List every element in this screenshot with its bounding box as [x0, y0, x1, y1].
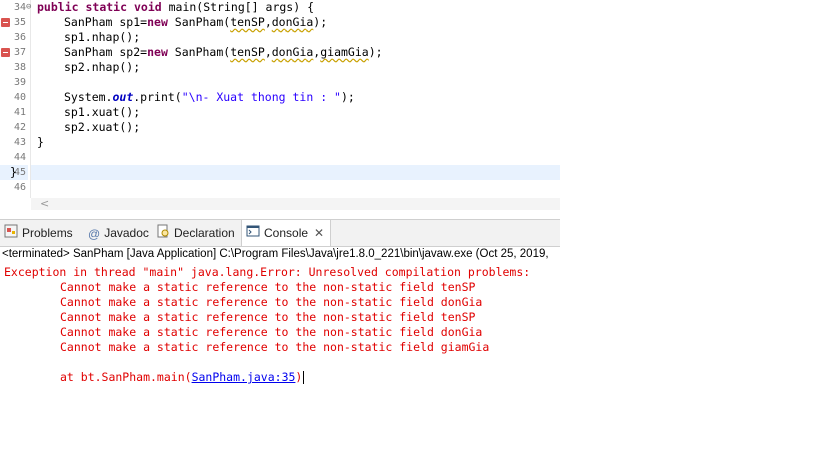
console-line: Cannot make a static reference to the no…	[60, 340, 490, 354]
console-line: Cannot make a static reference to the no…	[60, 280, 476, 294]
line-number: 40	[14, 92, 27, 103]
code-line-37: SanPham sp2=new SanPham(tenSP,donGia,gia…	[64, 45, 383, 59]
error-marker-icon[interactable]	[1, 48, 10, 57]
tab-javadoc[interactable]: @ Javadoc	[88, 220, 149, 246]
console-line: Exception in thread "main" java.lang.Err…	[4, 265, 538, 279]
current-line-highlight	[31, 165, 560, 180]
line-number: 35	[0, 15, 28, 30]
tab-problems[interactable]: Problems	[4, 220, 73, 246]
line-number: 38	[14, 62, 27, 73]
code-line-34: public static void main(String[] args) {	[37, 0, 314, 14]
line-number: 37	[0, 45, 28, 60]
close-icon[interactable]: ✕	[314, 226, 324, 240]
stack-trace-link[interactable]: SanPham.java:35	[192, 370, 296, 384]
code-line-38: sp2.nhap();	[64, 60, 141, 74]
tab-console[interactable]: Console ✕	[241, 220, 332, 247]
stack-trace-line: at bt.SanPham.main(SanPham.java:35)	[60, 370, 305, 384]
line-number: 41	[14, 107, 27, 118]
console-line: Cannot make a static reference to the no…	[60, 295, 483, 309]
tab-declaration[interactable]: Declaration	[156, 220, 235, 246]
line-number: 36	[14, 32, 27, 43]
line-number: 34 ⊖	[14, 2, 32, 13]
code-line-35: SanPham sp1=new SanPham(tenSP,donGia);	[64, 15, 328, 29]
javadoc-icon: @	[88, 226, 101, 241]
scroll-left-icon[interactable]: <	[40, 197, 49, 210]
code-editor[interactable]: 34 ⊖ 35 36 37 38 39 40 41 42 43 44 45 46 …	[0, 0, 560, 213]
line-number: 44	[14, 152, 27, 163]
code-line-43: }	[37, 135, 44, 149]
horizontal-scrollbar[interactable]: <	[31, 197, 560, 210]
line-number: 39	[14, 77, 27, 88]
code-line-42: sp2.xuat();	[64, 120, 141, 134]
console-process-header: <terminated> SanPham [Java Application] …	[2, 248, 549, 260]
declaration-icon	[156, 221, 170, 247]
views-tab-bar: Problems @ Javadoc Declaration Console ✕	[0, 219, 560, 247]
problems-icon	[4, 221, 18, 247]
line-number: 43	[14, 137, 27, 148]
code-line-45: }	[10, 165, 17, 179]
code-line-36: sp1.nhap();	[64, 30, 141, 44]
code-line-41: sp1.xuat();	[64, 105, 141, 119]
line-number: 46	[14, 182, 27, 193]
console-line: Cannot make a static reference to the no…	[60, 310, 476, 324]
console-line: Cannot make a static reference to the no…	[60, 325, 483, 339]
error-marker-icon[interactable]	[1, 18, 10, 27]
line-number: 42	[14, 122, 27, 133]
fold-collapse-icon[interactable]: ⊖	[26, 2, 31, 13]
text-caret	[303, 371, 305, 384]
console-icon	[246, 221, 260, 247]
code-line-40: System.out.print("\n- Xuat thong tin : "…	[64, 90, 355, 104]
